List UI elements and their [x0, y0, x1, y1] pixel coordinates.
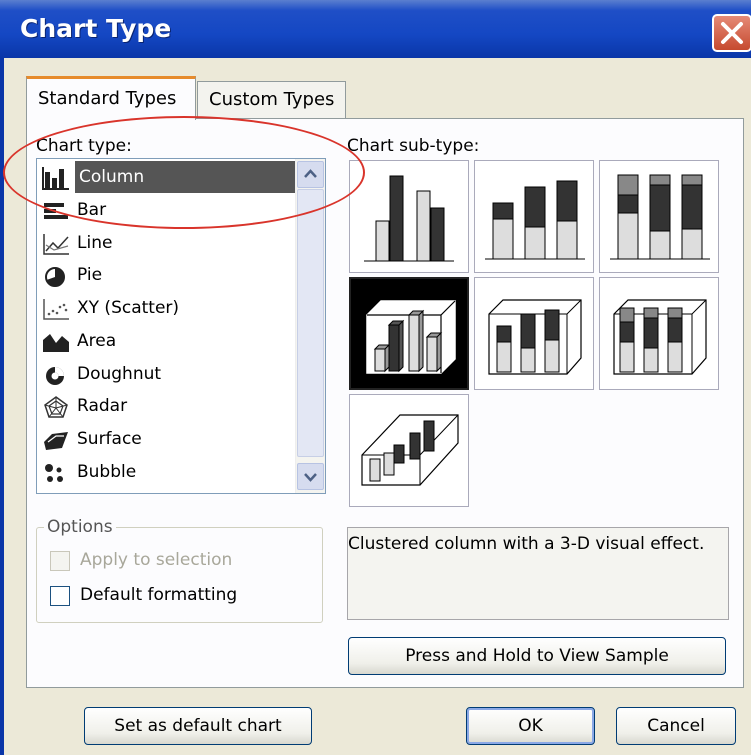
radar-chart-icon: [44, 396, 68, 418]
list-item-label: Bar: [77, 200, 107, 220]
list-item-label: Line: [77, 233, 113, 253]
subtype-3d-column[interactable]: [349, 394, 469, 507]
scatter-chart-icon: [43, 299, 69, 320]
window-title: Chart Type: [20, 14, 172, 43]
3d-column-icon: [361, 414, 459, 486]
scroll-up-button[interactable]: [297, 161, 324, 188]
list-item-label: Doughnut: [77, 364, 162, 384]
line-chart-icon: [43, 234, 69, 255]
options-group: [36, 527, 323, 623]
list-item-label: Pie: [77, 265, 103, 285]
list-item-doughnut[interactable]: Doughnut: [39, 358, 295, 390]
chart-type-scrollbar[interactable]: [295, 159, 325, 493]
press-hold-sample-button[interactable]: Press and Hold to View Sample: [348, 637, 726, 675]
3d-clustered-column-icon: [366, 300, 456, 374]
tab-custom-types[interactable]: Custom Types: [197, 81, 346, 119]
clustered-column-icon: [364, 175, 454, 262]
list-item-line[interactable]: Line: [39, 227, 295, 259]
apply-to-selection-label: Apply to selection: [80, 550, 233, 570]
default-formatting-label[interactable]: Default formatting: [80, 585, 237, 605]
pie-chart-icon: [45, 267, 65, 287]
scroll-down-button[interactable]: [297, 463, 324, 490]
list-item-radar[interactable]: Radar: [39, 390, 295, 422]
list-item-label: Surface: [77, 429, 142, 449]
subtype-3d-stacked-column[interactable]: [474, 277, 594, 390]
doughnut-chart-icon: [46, 367, 64, 385]
subtype-3d-clustered-column[interactable]: [349, 277, 469, 390]
list-item-label: Column: [75, 161, 295, 193]
cancel-button[interactable]: Cancel: [616, 707, 736, 745]
list-item-label: Bubble: [77, 462, 137, 482]
default-formatting-checkbox[interactable]: [50, 586, 70, 606]
title-bar: Chart Type: [0, 0, 751, 58]
chart-subtype-label: Chart sub-type:: [347, 136, 480, 156]
chart-type-label: Chart type:: [36, 136, 132, 156]
list-item-surface[interactable]: Surface: [39, 423, 295, 455]
apply-to-selection-checkbox[interactable]: [50, 551, 70, 571]
subtype-clustered-column[interactable]: [349, 160, 469, 273]
3d-stacked-column-icon: [488, 299, 582, 375]
list-item-pie[interactable]: Pie: [39, 259, 295, 291]
stacked-column-icon: [485, 180, 585, 260]
chevron-down-icon: [304, 473, 317, 482]
list-item-column[interactable]: Column: [39, 161, 295, 193]
list-item-label: XY (Scatter): [77, 298, 180, 318]
subtype-description: Clustered column with a 3-D visual effec…: [348, 534, 705, 554]
bar-chart-icon: [44, 203, 68, 219]
ok-button[interactable]: OK: [466, 707, 595, 745]
list-item-label: Area: [77, 331, 117, 351]
column-chart-icon: [42, 167, 69, 190]
percent-stacked-column-icon: [610, 174, 710, 260]
options-title: Options: [44, 517, 116, 537]
chart-type-list[interactable]: Column Bar Line Pie XY (Scatter) Area Do…: [36, 158, 326, 494]
surface-chart-icon: [44, 432, 68, 450]
chevron-up-icon: [304, 169, 317, 178]
3d-percent-stacked-column-icon: [613, 299, 707, 375]
close-icon: [721, 22, 743, 44]
bubble-chart-icon: [45, 464, 63, 482]
list-item-bar[interactable]: Bar: [39, 194, 295, 226]
window-border: [0, 58, 4, 755]
list-item-xy-scatter[interactable]: XY (Scatter): [39, 292, 295, 324]
close-button[interactable]: [712, 14, 751, 52]
subtype-stacked-column[interactable]: [474, 160, 594, 273]
subtype-100-stacked-column[interactable]: [599, 160, 719, 273]
list-item-label: Radar: [77, 396, 128, 416]
subtype-description-box: Clustered column with a 3-D visual effec…: [347, 527, 729, 620]
tab-standard-types[interactable]: Standard Types: [26, 76, 196, 120]
set-as-default-chart-button[interactable]: Set as default chart: [84, 707, 312, 745]
scroll-thumb[interactable]: [297, 189, 324, 457]
list-item-bubble[interactable]: Bubble: [39, 456, 295, 488]
list-item-area[interactable]: Area: [39, 325, 295, 357]
area-chart-icon: [43, 334, 69, 352]
subtype-3d-100-stacked-column[interactable]: [599, 277, 719, 390]
